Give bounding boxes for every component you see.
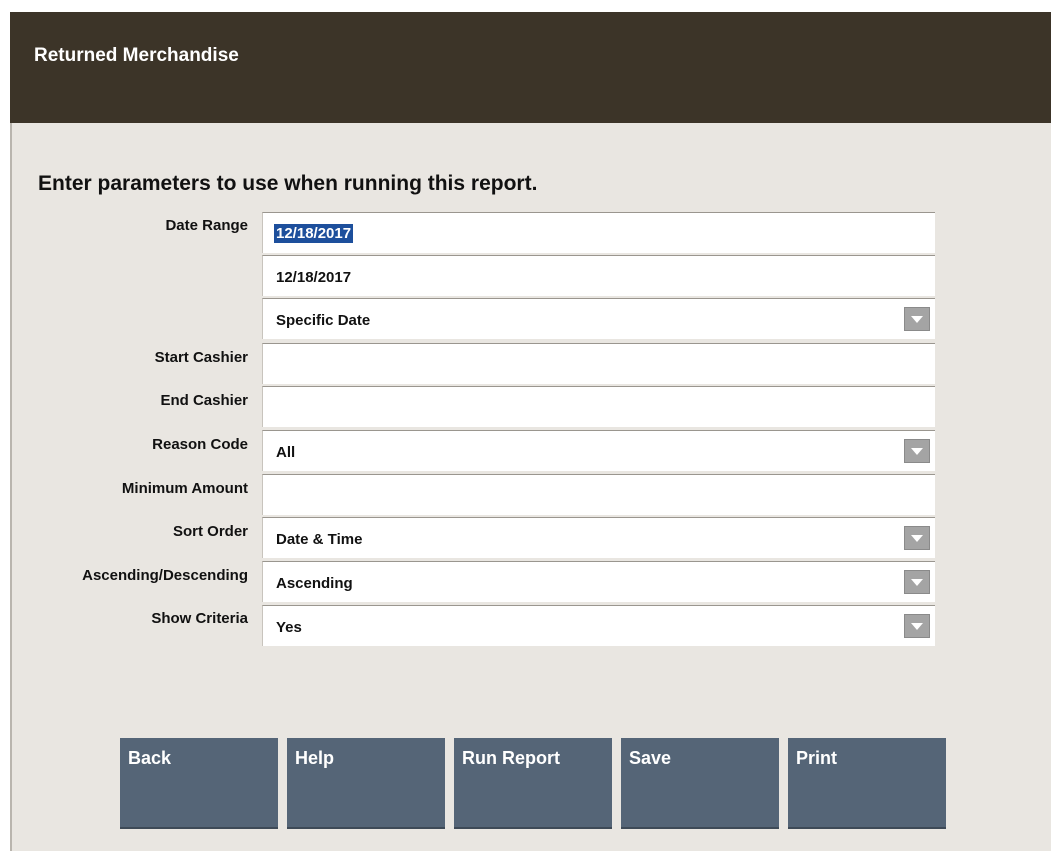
chevron-down-icon[interactable] (904, 439, 930, 463)
show-criteria-select[interactable]: Yes (262, 605, 935, 646)
page-prompt: Enter parameters to use when running thi… (38, 172, 538, 195)
date-from-value: 12/18/2017 (274, 224, 354, 243)
asc-desc-value: Ascending (276, 575, 353, 592)
help-button-label: Help (295, 748, 335, 768)
chevron-down-icon[interactable] (904, 614, 930, 638)
reason-code-select[interactable]: All (262, 430, 935, 471)
start-cashier-field[interactable] (262, 343, 935, 384)
print-button[interactable]: Print (788, 738, 946, 829)
chevron-down-icon[interactable] (904, 307, 930, 331)
run-report-button[interactable]: Run Report (454, 738, 612, 829)
reason-code-value: All (276, 444, 296, 461)
print-button-label: Print (796, 748, 838, 768)
asc-desc-label: Ascending/Descending (82, 567, 248, 584)
back-button[interactable]: Back (120, 738, 278, 829)
sort-order-value: Date & Time (276, 531, 363, 548)
minimum-amount-label: Minimum Amount (121, 480, 248, 497)
date-mode-select[interactable]: Specific Date (262, 298, 935, 339)
window-title: Returned Merchandise (34, 45, 239, 66)
minimum-amount-field[interactable] (262, 474, 935, 515)
sort-order-select[interactable]: Date & Time (262, 517, 935, 558)
back-button-label: Back (128, 748, 172, 768)
date-to-field[interactable]: 12/18/2017 (262, 255, 935, 296)
date-mode-value: Specific Date (276, 312, 371, 329)
report-window: Returned Merchandise Enter parameters to… (10, 12, 1051, 851)
help-button[interactable]: Help (287, 738, 445, 829)
show-criteria-value: Yes (276, 619, 302, 636)
sort-order-label: Sort Order (172, 523, 248, 540)
reason-code-label: Reason Code (152, 436, 248, 453)
end-cashier-label: End Cashier (160, 392, 248, 409)
date-from-field[interactable]: 12/18/2017 (262, 212, 935, 253)
chevron-down-icon[interactable] (904, 526, 930, 550)
run-report-button-label: Run Report (462, 748, 560, 768)
end-cashier-field[interactable] (262, 386, 935, 427)
start-cashier-label: Start Cashier (154, 349, 248, 366)
title-bar: Returned Merchandise (10, 12, 1051, 123)
show-criteria-label: Show Criteria (151, 610, 248, 627)
date-range-label: Date Range (165, 217, 248, 234)
save-button[interactable]: Save (621, 738, 779, 829)
chevron-down-icon[interactable] (904, 570, 930, 594)
date-to-value: 12/18/2017 (276, 269, 352, 286)
asc-desc-select[interactable]: Ascending (262, 561, 935, 602)
save-button-label: Save (629, 748, 672, 768)
